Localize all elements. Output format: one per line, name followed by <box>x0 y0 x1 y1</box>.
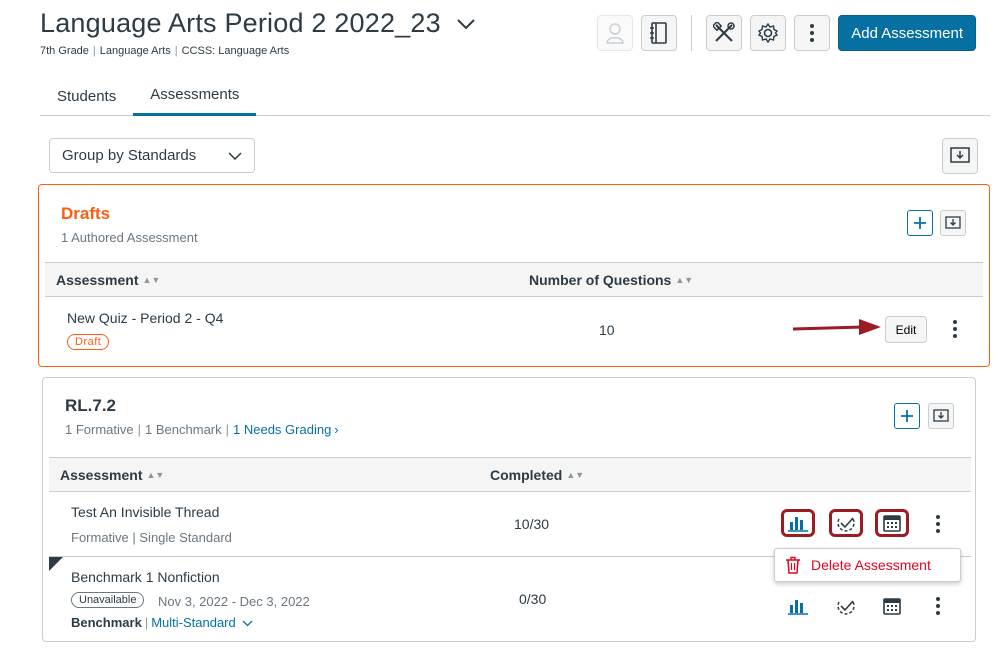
status-badge: Draft <box>67 334 110 350</box>
assessment-type: Benchmark | Multi-Standard <box>71 615 253 630</box>
export-standard-button[interactable] <box>928 403 954 429</box>
chevron-right-icon: › <box>334 422 339 437</box>
standard-summary: 1 Formative | 1 Benchmark | 1 Needs Grading › <box>65 422 339 437</box>
row-more-button[interactable] <box>930 595 946 617</box>
course-meta: 7th Grade | Language Arts | CCSS: Language A… <box>40 45 290 57</box>
chevron-down-icon <box>228 151 242 160</box>
drafts-title: Drafts <box>61 204 111 223</box>
page-header: Language Arts Period 2 2022_23 7th Grade… <box>40 8 477 57</box>
download-icon <box>945 216 961 229</box>
row-more-button[interactable] <box>930 513 946 535</box>
chevron-down-icon[interactable] <box>455 13 477 35</box>
assessment-meta: Formative | Single Standard <box>71 530 232 545</box>
grading-button[interactable] <box>829 592 863 620</box>
sort-icon: ▲▼ <box>566 470 585 480</box>
question-count: 10 <box>599 322 615 338</box>
row-options-menu: Delete Assessment <box>774 548 961 582</box>
plus-icon <box>901 410 913 422</box>
results-button[interactable] <box>781 592 815 620</box>
grade-label: 7th Grade <box>40 45 89 57</box>
column-header-completed[interactable]: Completed ▲▼ <box>490 467 584 483</box>
tools-button[interactable] <box>706 15 743 51</box>
subject-label: Language Arts <box>99 45 171 57</box>
completed-count: 10/30 <box>514 516 550 532</box>
standard-title: RL.7.2 <box>65 396 117 415</box>
row-more-button[interactable] <box>947 318 963 340</box>
results-button[interactable] <box>781 509 815 537</box>
table-row: New Quiz - Period 2 - Q4 Draft 10 Edit <box>45 297 983 363</box>
check-circle-icon <box>837 517 855 532</box>
kebab-icon <box>810 24 815 42</box>
drafts-card: Drafts 1 Authored Assessment Assessment ▲… <box>38 184 990 367</box>
gradebook-button[interactable] <box>641 15 678 51</box>
student-view-button[interactable] <box>597 15 634 51</box>
more-options-button[interactable] <box>794 15 831 51</box>
grading-button[interactable] <box>829 509 863 537</box>
schedule-button[interactable] <box>875 592 909 620</box>
group-by-value: Group by Standards <box>62 147 197 164</box>
download-icon <box>950 147 970 163</box>
assessment-name[interactable]: Benchmark 1 Nonfiction <box>71 569 220 585</box>
schedule-button[interactable] <box>875 509 909 537</box>
multi-standard-toggle[interactable]: Multi-Standard <box>151 615 236 630</box>
assessment-name[interactable]: New Quiz - Period 2 - Q4 <box>67 310 223 326</box>
toolbar-divider <box>691 15 693 51</box>
settings-button[interactable] <box>750 15 787 51</box>
drafts-subtitle: 1 Authored Assessment <box>61 230 198 245</box>
arrow-annotation <box>792 319 881 335</box>
export-drafts-button[interactable] <box>940 210 966 236</box>
add-draft-button[interactable] <box>907 210 933 236</box>
column-header-questions[interactable]: Number of Questions ▲▼ <box>529 272 693 288</box>
sort-icon: ▲▼ <box>146 470 165 480</box>
needs-grading-link[interactable]: 1 Needs Grading <box>233 422 331 437</box>
tab-students[interactable]: Students <box>40 76 133 116</box>
assessment-name[interactable]: Test An Invisible Thread <box>71 504 219 520</box>
sort-icon: ▲▼ <box>142 275 161 285</box>
completed-count: 0/30 <box>519 591 547 607</box>
check-circle-icon <box>837 600 855 615</box>
add-assessment-to-standard-button[interactable] <box>894 403 920 429</box>
edit-button[interactable]: Edit <box>885 316 927 343</box>
export-button[interactable] <box>942 138 978 174</box>
column-header-assessment[interactable]: Assessment ▲▼ <box>60 467 164 483</box>
sort-icon: ▲▼ <box>675 275 694 285</box>
calendar-icon <box>883 598 901 615</box>
toolbar: Add Assessment <box>597 15 976 51</box>
user-icon <box>606 23 625 44</box>
delete-assessment-menu-item[interactable]: Delete Assessment <box>811 557 931 573</box>
notebook-icon <box>650 22 668 44</box>
column-header-assessment[interactable]: Assessment ▲▼ <box>56 272 160 288</box>
status-badge: Unavailable <box>71 592 145 608</box>
tab-bar: Students Assessments <box>40 76 990 116</box>
tools-icon <box>713 22 736 42</box>
add-assessment-button[interactable]: Add Assessment <box>838 15 976 51</box>
group-by-select[interactable]: Group by Standards <box>49 138 255 173</box>
calendar-icon <box>883 515 901 532</box>
trash-icon <box>786 556 800 574</box>
tab-assessments[interactable]: Assessments <box>133 76 257 116</box>
bar-chart-icon <box>788 517 808 532</box>
standard-table-header: Assessment ▲▼ Completed ▲▼ <box>49 457 971 492</box>
page-title: Language Arts Period 2 2022_23 <box>40 8 441 38</box>
gear-icon <box>758 22 779 44</box>
download-icon <box>933 409 949 422</box>
plus-icon <box>914 217 926 229</box>
availability-dates: Nov 3, 2022 - Dec 3, 2022 <box>158 594 310 609</box>
standard-set-label: CCSS: Language Arts <box>181 45 290 57</box>
chevron-down-icon[interactable] <box>242 620 253 627</box>
drafts-table-header: Assessment ▲▼ Number of Questions ▲▼ <box>45 262 983 297</box>
bar-chart-icon <box>788 600 808 615</box>
